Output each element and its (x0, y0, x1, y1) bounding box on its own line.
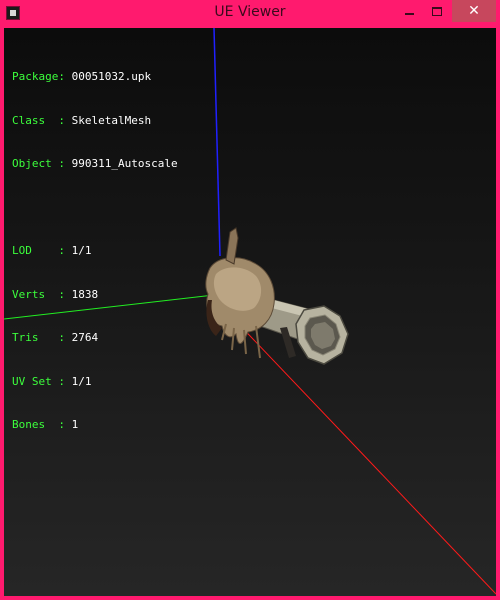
info-label: Tris : (12, 331, 65, 344)
info-spacer (12, 201, 178, 216)
info-row-uv-set: UV Set : 1/1 (12, 375, 178, 390)
close-icon: ✕ (468, 3, 480, 19)
info-value: 00051032.upk (71, 70, 152, 83)
minimize-icon (404, 13, 414, 15)
info-label: Package: (12, 70, 65, 83)
mesh-info-overlay: Package: 00051032.upk Class : SkeletalMe… (12, 41, 178, 462)
info-row-bones: Bones : 1 (12, 418, 178, 433)
info-label: LOD : (12, 244, 65, 257)
maximize-button[interactable] (424, 0, 450, 22)
info-row-lod: LOD : 1/1 (12, 244, 178, 259)
x-axis-line (211, 295, 496, 595)
3d-viewport[interactable]: Package: 00051032.upk Class : SkeletalMe… (4, 28, 496, 596)
info-value: 1/1 (71, 374, 92, 388)
info-label: UV Set : (12, 374, 65, 388)
title-bar[interactable]: UE Viewer ✕ (0, 0, 500, 28)
info-value: 1838 (71, 287, 99, 301)
info-value: 1 (71, 418, 79, 431)
info-value: 1/1 (71, 244, 92, 257)
skeletal-mesh-model[interactable] (205, 227, 349, 365)
close-button[interactable]: ✕ (452, 0, 496, 22)
info-row-verts: Verts : 1838 (12, 288, 178, 303)
info-row-class: Class : SkeletalMesh (12, 114, 178, 129)
info-value: SkeletalMesh (71, 113, 152, 127)
app-window: UE Viewer ✕ Package: 00051032.upk Class … (0, 0, 500, 600)
maximize-icon (432, 6, 442, 16)
info-label: Bones : (12, 418, 65, 431)
info-value: 2764 (71, 331, 99, 344)
minimize-button[interactable] (396, 0, 422, 22)
info-row-tris: Tris : 2764 (12, 331, 178, 346)
info-row-package: Package: 00051032.upk (12, 70, 178, 85)
info-label: Verts : (12, 287, 65, 301)
info-label: Class : (12, 113, 65, 127)
info-value: 990311_Autoscale (71, 157, 178, 170)
z-axis-line (213, 28, 221, 257)
info-row-object: Object : 990311_Autoscale (12, 157, 178, 172)
info-label: Object : (12, 157, 65, 170)
